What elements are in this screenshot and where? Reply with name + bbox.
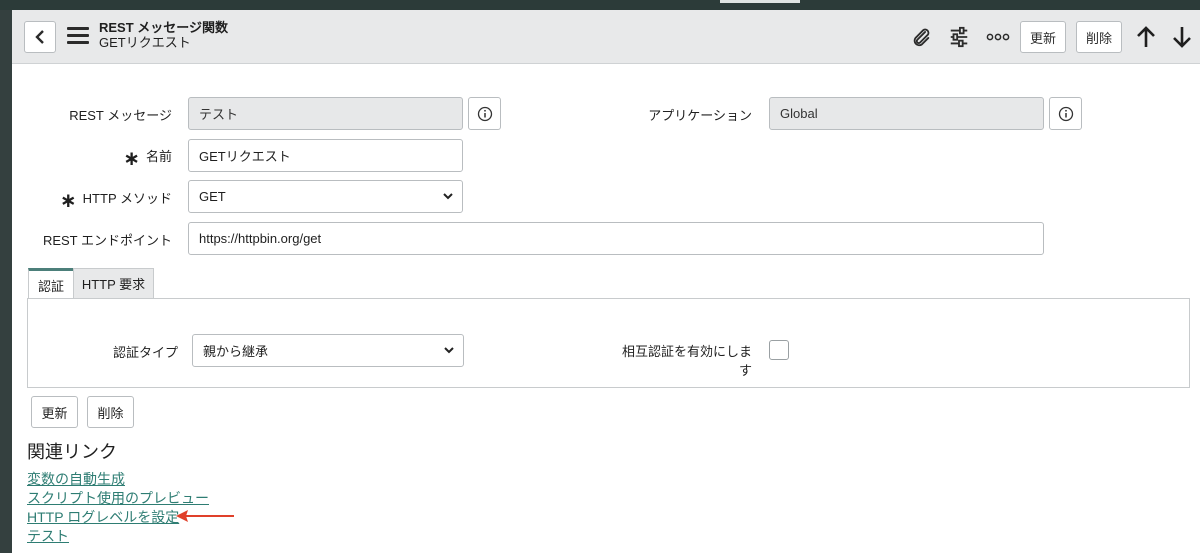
hamburger-menu-icon[interactable] (67, 27, 89, 45)
red-pointer-arrow-icon (176, 510, 234, 522)
form-delete-button[interactable]: 削除 (87, 396, 134, 428)
header-update-button[interactable]: 更新 (1020, 21, 1066, 53)
related-link-set-http-log-level[interactable]: HTTP ログレベルを設定 (27, 507, 179, 527)
form-update-button[interactable]: 更新 (31, 396, 78, 428)
tab-http-request[interactable]: HTTP 要求 (73, 268, 154, 299)
top-tab-indicator (720, 0, 800, 3)
rest-message-label: REST メッセージ (69, 108, 172, 123)
mutual-auth-label: 相互認証を有効にしま す (621, 344, 752, 378)
back-button[interactable] (24, 21, 56, 53)
related-link-generate-variables[interactable]: 変数の自動生成 (27, 469, 125, 489)
auth-type-label: 認証タイプ (112, 345, 178, 360)
mutual-auth-checkbox[interactable] (769, 340, 789, 360)
rest-message-field[interactable]: テスト (188, 97, 463, 130)
auth-type-select[interactable]: 親から継承 (192, 334, 464, 367)
form-page: REST メッセージ関数 GETリクエスト 更新 削除 REST メッセージ テ… (12, 10, 1200, 553)
chevron-down-icon (443, 193, 453, 200)
form-header: REST メッセージ関数 GETリクエスト 更新 削除 (12, 10, 1200, 64)
related-link-script-preview[interactable]: スクリプト使用のプレビュー (27, 488, 209, 508)
required-asterisk-icon: ∗ (123, 148, 140, 170)
paperclip-icon[interactable] (908, 24, 934, 50)
auth-tab-panel: 認証タイプ 親から継承 相互認証を有効にしま す (27, 298, 1190, 388)
related-link-test[interactable]: テスト (27, 526, 69, 546)
http-method-label: ∗ HTTP メソッド (59, 190, 172, 212)
browser-top-strip (0, 0, 1200, 10)
rest-message-info-button[interactable] (468, 97, 501, 130)
related-links-title: 関連リンク (27, 442, 117, 462)
header-delete-button[interactable]: 削除 (1076, 21, 1122, 53)
endpoint-label: REST エンドポイント (42, 233, 172, 248)
chevron-left-icon (35, 30, 44, 44)
http-method-value: GET (199, 189, 226, 204)
application-label: アプリケーション (648, 108, 752, 123)
page-title: REST メッセージ関数 GETリクエスト (99, 20, 228, 50)
tab-auth[interactable]: 認証 (28, 268, 74, 299)
name-label: ∗ 名前 (123, 148, 172, 170)
info-icon (477, 106, 492, 121)
endpoint-input[interactable]: https://httpbin.org/get (188, 222, 1044, 255)
left-edge-panel (0, 10, 12, 553)
auth-type-value: 親から継承 (203, 344, 269, 359)
name-input[interactable]: GETリクエスト (188, 139, 463, 172)
arrow-up-icon[interactable] (1132, 23, 1160, 51)
more-options-icon[interactable] (984, 24, 1012, 50)
info-icon (1058, 106, 1073, 121)
application-field[interactable]: Global (769, 97, 1044, 130)
arrow-down-icon[interactable] (1168, 23, 1196, 51)
page-title-line1: REST メッセージ関数 (99, 20, 229, 35)
chevron-down-icon (444, 347, 454, 354)
application-info-button[interactable] (1049, 97, 1082, 130)
settings-sliders-icon[interactable] (946, 24, 972, 50)
required-asterisk-icon: ∗ (59, 190, 77, 212)
page-title-line2: GETリクエスト (99, 35, 191, 50)
http-method-select[interactable]: GET (188, 180, 463, 213)
